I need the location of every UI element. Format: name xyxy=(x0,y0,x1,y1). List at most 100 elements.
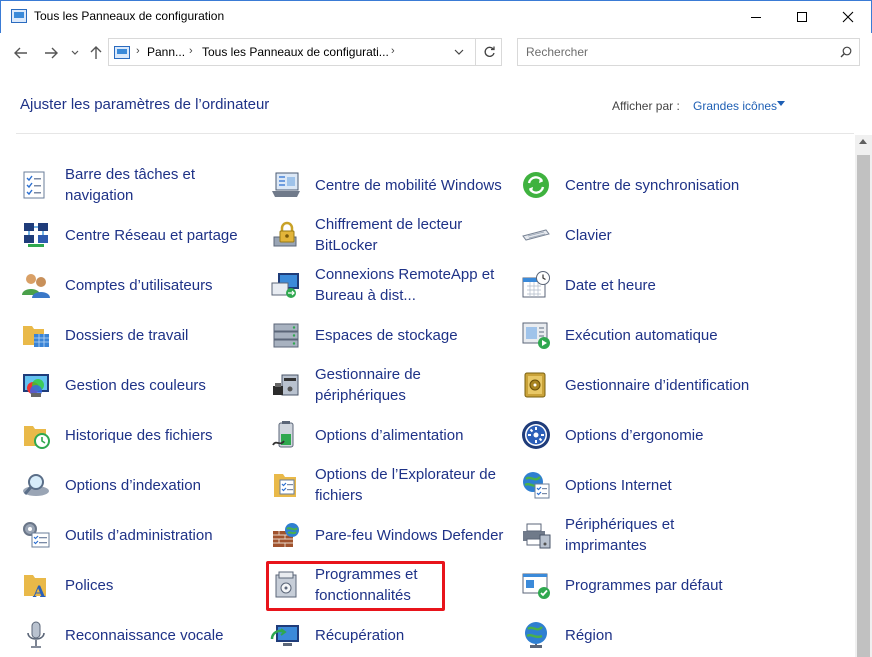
item-region[interactable]: Région xyxy=(520,611,765,657)
item-options-explorateur[interactable]: Options de l’Explorateur de fichiers xyxy=(270,461,515,509)
scroll-up-arrow-icon[interactable] xyxy=(859,139,867,144)
item-reconnaissance-vocale[interactable]: Reconnaissance vocale xyxy=(20,611,265,657)
item-label[interactable]: Gestionnaire d’identification xyxy=(565,361,760,409)
item-polices[interactable]: A Polices xyxy=(20,561,265,609)
item-label[interactable]: Pare-feu Windows Defender xyxy=(315,511,510,559)
chevron-down-icon xyxy=(454,49,464,55)
breadcrumb-item[interactable]: Pann... xyxy=(147,45,185,59)
calendar-clock-icon xyxy=(522,271,550,298)
item-label[interactable]: Centre Réseau et partage xyxy=(65,211,260,259)
item-label[interactable]: Polices xyxy=(65,561,260,609)
item-date-heure[interactable]: Date et heure xyxy=(520,261,765,309)
item-label[interactable]: Connexions RemoteApp et Bureau à dist... xyxy=(315,261,510,309)
recovery-icon xyxy=(270,625,299,646)
item-label[interactable]: Dossiers de travail xyxy=(65,311,260,359)
item-label[interactable]: Chiffrement de lecteur BitLocker xyxy=(315,211,510,259)
item-execution-automatique[interactable]: Exécution automatique xyxy=(520,311,765,359)
forward-button[interactable] xyxy=(40,42,62,64)
address-bar[interactable]: › Pann... › Tous les Panneaux de configu… xyxy=(108,38,502,66)
mobility-center-icon xyxy=(272,172,300,197)
scroll-thumb[interactable] xyxy=(857,155,870,657)
item-recuperation[interactable]: Récupération xyxy=(270,611,515,657)
item-label[interactable]: Options Internet xyxy=(565,461,760,509)
item-historique-fichiers[interactable]: Historique des fichiers xyxy=(20,411,265,459)
power-options-icon xyxy=(272,421,294,448)
printer-icon xyxy=(523,523,551,549)
item-label[interactable]: Périphériques et imprimantes xyxy=(565,511,760,559)
item-outils-administration[interactable]: Outils d’administration xyxy=(20,511,265,559)
item-options-indexation[interactable]: Options d’indexation xyxy=(20,461,265,509)
dropdown-arrow-icon[interactable] xyxy=(777,101,785,106)
remote-desktop-icon xyxy=(271,273,299,298)
item-label[interactable]: Comptes d’utilisateurs xyxy=(65,261,260,309)
item-gestionnaire-peripheriques[interactable]: Gestionnaire de périphériques xyxy=(270,361,515,409)
item-options-internet[interactable]: Options Internet xyxy=(520,461,765,509)
search-icon[interactable] xyxy=(840,46,852,58)
address-dropdown-button[interactable] xyxy=(449,42,469,62)
item-centre-synchronisation[interactable]: Centre de synchronisation xyxy=(520,161,765,209)
item-label[interactable]: Récupération xyxy=(315,611,510,657)
page-title: Ajuster les paramètres de l’ordinateur xyxy=(20,96,270,113)
fonts-icon: A xyxy=(24,575,46,601)
item-peripheriques-imprimantes[interactable]: Périphériques et imprimantes xyxy=(520,511,765,559)
item-label[interactable]: Barre des tâches et navigation xyxy=(65,161,260,209)
storage-spaces-icon xyxy=(273,323,299,348)
ease-of-access-icon xyxy=(522,421,550,449)
title-bar: Tous les Panneaux de configuration xyxy=(0,0,872,33)
item-label[interactable]: Options de l’Explorateur de fichiers xyxy=(315,461,510,509)
item-bitlocker[interactable]: Chiffrement de lecteur BitLocker xyxy=(270,211,515,259)
item-label[interactable]: Date et heure xyxy=(565,261,760,309)
item-comptes-utilisateurs[interactable]: Comptes d’utilisateurs xyxy=(20,261,265,309)
item-centre-mobilite[interactable]: Centre de mobilité Windows xyxy=(270,161,515,209)
item-dossiers-travail[interactable]: Dossiers de travail xyxy=(20,311,265,359)
item-label[interactable]: Centre de synchronisation xyxy=(565,161,760,209)
item-label[interactable]: Options d’indexation xyxy=(65,461,260,509)
item-label[interactable]: Gestion des couleurs xyxy=(65,361,260,409)
item-label[interactable]: Options d’alimentation xyxy=(315,411,510,459)
breadcrumb-item[interactable]: Tous les Panneaux de configurati... xyxy=(202,45,389,59)
search-input[interactable] xyxy=(518,39,828,65)
maximize-button[interactable] xyxy=(779,1,825,33)
refresh-button[interactable] xyxy=(477,41,501,63)
close-button[interactable] xyxy=(825,1,871,33)
item-gestionnaire-identification[interactable]: Gestionnaire d’identification xyxy=(520,361,765,409)
item-espaces-stockage[interactable]: Espaces de stockage xyxy=(270,311,515,359)
item-label[interactable]: Gestionnaire de périphériques xyxy=(315,361,510,409)
chevron-right-icon[interactable]: › xyxy=(391,45,395,57)
item-label[interactable]: Espaces de stockage xyxy=(315,311,510,359)
back-button[interactable] xyxy=(10,42,32,64)
item-label[interactable]: Clavier xyxy=(565,211,760,259)
item-label[interactable]: Exécution automatique xyxy=(565,311,760,359)
item-label[interactable]: Reconnaissance vocale xyxy=(65,611,260,657)
vertical-scrollbar[interactable] xyxy=(855,135,872,657)
region-globe-icon xyxy=(525,622,547,648)
item-gestion-couleurs[interactable]: Gestion des couleurs xyxy=(20,361,265,409)
recent-locations-button[interactable] xyxy=(64,42,86,64)
item-remoteapp[interactable]: Connexions RemoteApp et Bureau à dist... xyxy=(270,261,515,309)
item-label[interactable]: Historique des fichiers xyxy=(65,411,260,459)
item-label[interactable]: Centre de mobilité Windows xyxy=(315,161,510,209)
item-label[interactable]: Options d’ergonomie xyxy=(565,411,760,459)
window-title: Tous les Panneaux de configuration xyxy=(34,9,225,23)
item-label[interactable]: Région xyxy=(565,611,760,657)
item-clavier[interactable]: Clavier xyxy=(520,211,765,259)
item-pare-feu[interactable]: Pare-feu Windows Defender xyxy=(270,511,515,559)
firewall-icon xyxy=(273,523,299,547)
item-label[interactable]: Programmes par défaut xyxy=(565,561,760,609)
item-options-alimentation[interactable]: Options d’alimentation xyxy=(270,411,515,459)
search-box[interactable] xyxy=(517,38,860,66)
item-options-ergonomie[interactable]: Options d’ergonomie xyxy=(520,411,765,459)
item-centre-reseau[interactable]: Centre Réseau et partage xyxy=(20,211,265,259)
view-by-dropdown[interactable]: Grandes icônes xyxy=(693,99,777,113)
svg-text:A: A xyxy=(32,582,46,601)
control-panel-icon xyxy=(11,9,27,23)
item-barre-des-taches[interactable]: Barre des tâches et navigation xyxy=(20,161,265,209)
item-programmes-defaut[interactable]: Programmes par défaut xyxy=(520,561,765,609)
chevron-right-icon[interactable]: › xyxy=(189,45,193,57)
folder-options-icon xyxy=(274,474,296,497)
chevron-right-icon[interactable]: › xyxy=(136,45,140,57)
maximize-icon xyxy=(797,12,807,22)
minimize-button[interactable] xyxy=(733,1,779,33)
up-button[interactable] xyxy=(85,42,107,64)
item-label[interactable]: Outils d’administration xyxy=(65,511,260,559)
